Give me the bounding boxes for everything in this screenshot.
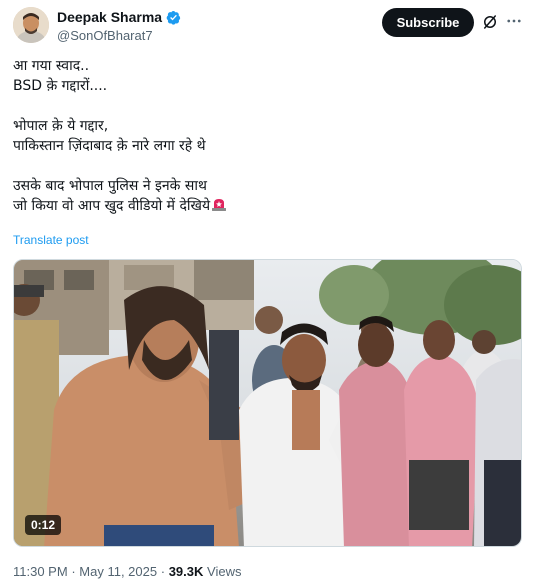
tweet-line: भोपाल क़े ये गद्दार,	[13, 118, 109, 134]
meta-separator: ·	[71, 564, 76, 579]
tweet-line: उसके बाद भोपाल पुलिस ने इनके साथ	[13, 178, 207, 194]
author-handle[interactable]: @SonOfBharat7	[57, 28, 153, 43]
views-count: 39.3K	[168, 564, 204, 579]
video-thumbnail	[14, 260, 521, 546]
post-time[interactable]: 11:30 PM	[13, 564, 68, 579]
tweet-line: आ गया स्वाद..	[13, 58, 90, 74]
grok-icon[interactable]	[481, 13, 499, 31]
post-date[interactable]: May 11, 2025	[79, 564, 157, 579]
subscribe-button[interactable]: Subscribe	[382, 8, 474, 37]
post-metadata: 11:30 PM · May 11, 2025 · 39.3K Views	[13, 564, 241, 579]
tweet-text: आ गया स्वाद.. BSD क़े गद्दारों.... भोपाल…	[13, 56, 513, 216]
police-siren-icon	[211, 197, 227, 212]
translate-post-link[interactable]: Translate post	[13, 233, 89, 247]
tweet-line-with-emoji: जो किया वो आप खुद वीडियो में देखिये	[13, 196, 513, 216]
avatar[interactable]	[13, 7, 49, 43]
meta-separator: ·	[160, 564, 166, 579]
tweet-card: Deepak Sharma @SonOfBharat7 Subscribe आ …	[0, 0, 535, 585]
video-player[interactable]	[13, 259, 522, 547]
author-display-name[interactable]: Deepak Sharma	[57, 9, 162, 25]
tweet-line: पाकिस्तान ज़िंदाबाद क़े नारे लगा रहे थे	[13, 138, 206, 154]
tweet-line: BSD क़े गद्दारों....	[13, 78, 108, 94]
author-name-row[interactable]: Deepak Sharma	[57, 9, 181, 25]
tweet-line-text: जो किया वो आप खुद वीडियो में देखिये	[13, 198, 211, 214]
verified-badge-icon	[166, 10, 181, 25]
views-label: Views	[207, 564, 242, 579]
more-options-icon[interactable]	[504, 11, 524, 31]
video-duration-badge: 0:12	[25, 515, 62, 535]
